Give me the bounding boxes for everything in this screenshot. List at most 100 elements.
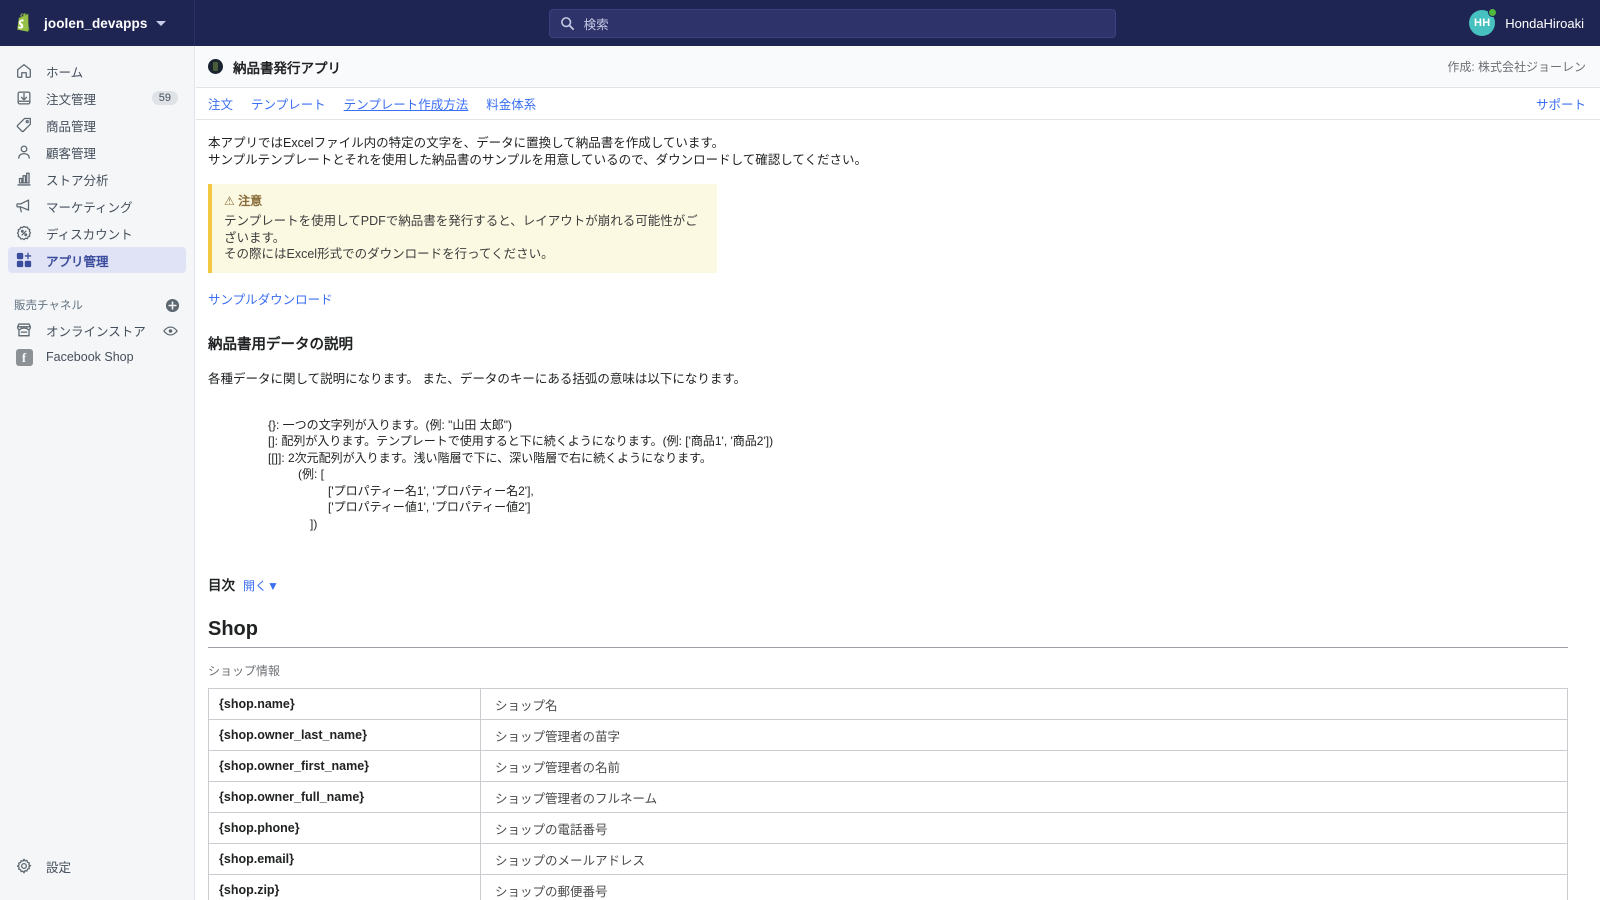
app-author-label: 作成: 株式会社ジョーレン <box>1447 60 1586 74</box>
field-key: {shop.name} <box>208 688 481 720</box>
sidebar-item-settings[interactable]: 設定 <box>8 853 187 879</box>
chevron-down-icon[interactable] <box>156 20 167 26</box>
orders-count-badge: 59 <box>151 91 178 105</box>
field-description: ショップの郵便番号 <box>480 874 1568 900</box>
app-avatar-icon <box>208 59 223 74</box>
intro-line-1: 本アプリではExcelファイル内の特定の文字を、データに置換して納品書を作成して… <box>208 136 725 150</box>
warning-banner-line-1: テンプレートを使用してPDFで納品書を発行すると、レイアウトが崩れる可能性がござ… <box>224 214 698 245</box>
table-row: {shop.email} ショップのメールアドレス <box>208 843 1568 875</box>
field-description: ショップの電話番号 <box>480 812 1568 844</box>
store-switcher[interactable]: joolen_devapps <box>0 0 195 46</box>
tab-templates[interactable]: テンプレート <box>251 94 326 113</box>
shop-fields-table: {shop.name} ショップ名 {shop.owner_last_name}… <box>208 688 1568 900</box>
discount-percent-icon <box>14 223 34 243</box>
gear-icon <box>14 856 34 876</box>
apps-grid-icon <box>14 250 34 270</box>
analytics-bar-chart-icon <box>14 169 34 189</box>
support-link[interactable]: サポート <box>1536 94 1586 113</box>
sidebar-item-label: ストア分析 <box>46 173 109 188</box>
sidebar-item-discounts[interactable]: ディスカウント <box>8 220 186 246</box>
search-input[interactable]: 検索 <box>548 8 1116 38</box>
field-key: {shop.zip} <box>208 874 481 900</box>
table-row: {shop.zip} ショップの郵便番号 <box>208 874 1568 900</box>
table-row: {shop.name} ショップ名 <box>208 688 1568 720</box>
search-area: 検索 <box>195 8 1469 38</box>
toc-toggle-link[interactable]: 開く▼ <box>243 577 279 594</box>
sidebar-item-label: Facebook Shop <box>46 350 134 364</box>
home-icon <box>14 61 34 81</box>
eye-icon[interactable] <box>163 324 178 336</box>
code-line: ['プロパティー名1', 'プロパティー名2'], <box>328 483 534 498</box>
field-description: ショップ管理者のフルネーム <box>480 781 1568 813</box>
code-line: ]) <box>310 516 318 531</box>
tab-pricing[interactable]: 料金体系 <box>486 94 536 113</box>
sidebar-item-marketing[interactable]: マーケティング <box>8 193 186 219</box>
sidebar-item-facebook-shop[interactable]: f Facebook Shop <box>8 344 186 370</box>
main-content: 本アプリではExcelファイル内の特定の文字を、データに置換して納品書を作成して… <box>196 121 1600 900</box>
code-line: {}: 一つの文字列が入ります。(例: "山田 太郎") <box>268 417 512 432</box>
store-name-label: joolen_devapps <box>44 15 148 31</box>
field-key: {shop.email} <box>208 843 481 875</box>
page-title: 納品書発行アプリ <box>233 60 341 76</box>
top-bar: joolen_devapps 検索 HH HondaHiroaki <box>0 0 1600 46</box>
sidebar-item-customers[interactable]: 顧客管理 <box>8 139 186 165</box>
warning-banner-title-text: 注意 <box>238 194 263 208</box>
customer-person-icon <box>14 142 34 162</box>
search-placeholder-text: 検索 <box>583 17 609 32</box>
field-description: ショップ管理者の苗字 <box>480 719 1568 751</box>
toc-label: 目次 <box>208 578 235 593</box>
sidebar-item-label: ホーム <box>46 65 84 80</box>
user-menu[interactable]: HH HondaHiroaki <box>1469 8 1600 36</box>
intro-line-2: サンプルテンプレートとそれを使用した納品書のサンプルを用意しているので、ダウンロ… <box>208 152 868 167</box>
sidebar-footer: 設定 <box>0 853 195 880</box>
sidebar-item-products[interactable]: 商品管理 <box>8 112 186 138</box>
notification-dot-icon <box>1488 8 1498 17</box>
warning-banner: ⚠ 注意 テンプレートを使用してPDFで納品書を発行すると、レイアウトが崩れる可… <box>208 184 717 273</box>
table-of-contents: 目次 開く▼ <box>208 574 1584 594</box>
data-description-text: 各種データに関して説明になります。 また、データのキーにある括弧の意味は以下にな… <box>208 371 747 386</box>
tab-template-howto[interactable]: テンプレート作成方法 <box>344 94 469 113</box>
table-row: {shop.owner_first_name} ショップ管理者の名前 <box>208 750 1568 782</box>
sample-download-link[interactable]: サンプルダウンロード <box>208 289 333 308</box>
tab-orders[interactable]: 注文 <box>208 94 233 113</box>
warning-triangle-icon: ⚠ <box>224 194 235 208</box>
user-name-label: HondaHiroaki <box>1505 15 1584 31</box>
shop-table-caption: ショップ情報 <box>208 664 281 678</box>
code-line: []: 配列が入ります。テンプレートで使用すると下に続くようになります。(例: … <box>268 434 774 448</box>
app-header: 納品書発行アプリ 作成: 株式会社ジョーレン <box>196 46 1600 88</box>
shop-section-heading: Shop <box>208 618 1568 648</box>
sidebar: ホーム 注文管理 59 商品管理 顧客管理 ストア分析 マーケティング ディスカ… <box>0 46 195 900</box>
warning-banner-line-2: その際にはExcel形式でのダウンロードを行ってください。 <box>224 247 554 261</box>
sidebar-item-orders[interactable]: 注文管理 59 <box>8 85 186 111</box>
sidebar-item-label: マーケティング <box>46 200 133 215</box>
sidebar-item-label: ディスカウント <box>46 227 133 242</box>
sidebar-item-apps[interactable]: アプリ管理 <box>8 247 186 273</box>
field-description: ショップ名 <box>480 688 1568 720</box>
table-row: {shop.owner_last_name} ショップ管理者の苗字 <box>208 719 1568 751</box>
sales-channels-section-header: 販売チャネル <box>0 293 194 317</box>
sidebar-item-online-store[interactable]: オンラインストア <box>8 317 186 343</box>
data-description-heading: 納品書用データの説明 <box>208 336 353 353</box>
code-line: (例: [ <box>298 467 324 481</box>
search-icon <box>560 16 575 31</box>
sidebar-item-analytics[interactable]: ストア分析 <box>8 166 186 192</box>
code-line: ['プロパティー値1', 'プロパティー値2'] <box>328 500 531 514</box>
sidebar-item-label: 注文管理 <box>46 92 97 107</box>
sidebar-item-home[interactable]: ホーム <box>8 58 186 84</box>
app-tab-bar: 注文 テンプレート テンプレート作成方法 料金体系 サポート <box>196 88 1600 120</box>
shopify-logo-icon <box>12 11 34 35</box>
field-key: {shop.phone} <box>208 812 481 844</box>
sidebar-item-label: 顧客管理 <box>46 146 97 161</box>
facebook-icon: f <box>14 347 34 367</box>
sidebar-item-label: 商品管理 <box>46 119 97 134</box>
avatar-wrapper: HH <box>1469 8 1498 36</box>
code-line: [[]]: 2次元配列が入ります。浅い階層で下に、深い階層で右に続くようになりま… <box>268 450 712 465</box>
tab-list: 注文 テンプレート テンプレート作成方法 料金体系 <box>208 94 1536 113</box>
plus-circle-icon[interactable] <box>165 298 180 313</box>
table-row: {shop.owner_full_name} ショップ管理者のフルネーム <box>208 781 1568 813</box>
field-description: ショップのメールアドレス <box>480 843 1568 875</box>
field-key: {shop.owner_full_name} <box>208 781 481 813</box>
orders-inbox-icon <box>14 88 34 108</box>
sidebar-item-label: 設定 <box>46 860 72 875</box>
field-key: {shop.owner_last_name} <box>208 719 481 751</box>
